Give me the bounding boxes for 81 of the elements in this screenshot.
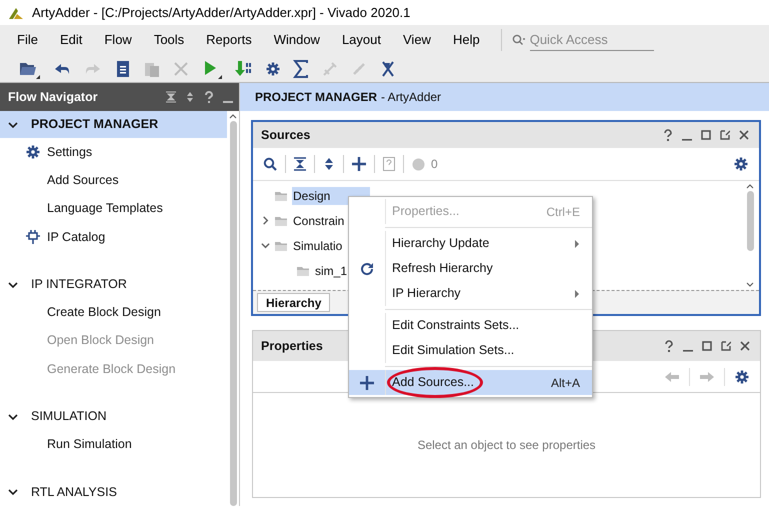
navigator-item[interactable]: Settings [47, 143, 92, 162]
tree-item[interactable]: Constrain [292, 212, 346, 230]
menu-item[interactable]: IP Hierarchy [349, 281, 592, 306]
chip-icon [26, 230, 40, 244]
navigator-item[interactable]: Language Templates [47, 199, 163, 218]
chevron-down-icon [8, 412, 18, 422]
menu-item[interactable]: Edit Simulation Sets... [349, 338, 592, 363]
collapse-all-icon[interactable] [294, 157, 306, 171]
status-dot-icon [412, 158, 425, 170]
section-header[interactable]: SIMULATION [0, 403, 227, 430]
run-icon[interactable] [202, 58, 222, 78]
float-icon[interactable] [720, 129, 730, 141]
scroll-down-icon [746, 282, 754, 288]
header-title: PROJECT MANAGER [255, 89, 378, 106]
help-icon[interactable] [664, 340, 674, 352]
panel-title: Properties [261, 338, 323, 355]
navigator-item[interactable]: Run Simulation [47, 435, 132, 454]
section-header[interactable]: IP INTEGRATOR [0, 271, 227, 298]
submenu-arrow-icon [574, 290, 580, 298]
tree-item[interactable]: Simulatio [292, 236, 344, 254]
section-header[interactable]: PROJECT MANAGER [0, 111, 227, 138]
submenu-arrow-icon [574, 240, 580, 248]
menu-item[interactable]: Window [262, 30, 331, 50]
menu-item[interactable]: Reports [195, 30, 263, 50]
float-icon[interactable] [721, 340, 731, 352]
sigma-icon[interactable] [293, 60, 309, 78]
add-icon[interactable] [352, 157, 366, 171]
collapse-all-icon[interactable] [166, 91, 176, 103]
navigator-item[interactable]: IP Catalog [47, 228, 106, 246]
scroll-up-icon [229, 113, 237, 119]
search-icon[interactable] [263, 157, 277, 171]
app-logo-icon [8, 6, 24, 20]
maximize-icon[interactable] [702, 340, 712, 352]
chevron-down-icon [8, 280, 18, 290]
cross-tool-icon[interactable] [380, 60, 396, 78]
bitstream-icon[interactable] [235, 60, 253, 78]
shortcut-label: Alt+A [550, 374, 580, 392]
search-icon [512, 34, 526, 46]
expand-all-icon[interactable] [185, 91, 195, 103]
help-icon[interactable] [204, 91, 214, 103]
menu-item[interactable]: Tools [142, 30, 196, 50]
menu-item[interactable]: File [6, 30, 49, 50]
plus-icon [360, 376, 374, 390]
panel-title: Sources [261, 126, 312, 144]
header-subtitle: - ArtyAdder [381, 89, 442, 106]
help-icon[interactable] [663, 129, 673, 141]
document-icon[interactable] [115, 60, 131, 78]
expand-all-icon[interactable] [323, 157, 335, 171]
settings-icon[interactable] [735, 370, 749, 384]
chevron-down-icon [8, 487, 18, 498]
refresh-icon [360, 262, 374, 276]
quick-access-field[interactable]: Quick Access [530, 29, 654, 51]
chevron-down-icon[interactable] [261, 241, 270, 250]
chevron-right-icon[interactable] [261, 216, 270, 225]
tree-item[interactable]: sim_1 [314, 262, 348, 280]
menu-item[interactable]: Refresh Hierarchy [349, 256, 592, 281]
close-icon[interactable] [740, 340, 750, 352]
menu-item[interactable]: Layout [330, 30, 392, 50]
menu-item[interactable]: Edit [48, 30, 94, 50]
navigator-item[interactable]: Add Sources [47, 171, 119, 190]
shortcut-label: Ctrl+E [546, 204, 580, 220]
section-header[interactable]: RTL ANALYSIS [0, 478, 227, 506]
settings-icon [26, 145, 40, 160]
panel-tab[interactable]: Hierarchy [257, 293, 330, 312]
menu-item[interactable]: Hierarchy Update [349, 231, 592, 256]
menu-item[interactable]: View [392, 30, 442, 50]
settings-icon[interactable] [734, 157, 748, 171]
settings-icon[interactable] [266, 62, 280, 76]
scroll-up-icon [746, 183, 754, 189]
navigator-item[interactable]: Create Block Design [47, 303, 161, 322]
menu-item[interactable]: Edit Constraints Sets... [349, 313, 592, 338]
menu-item[interactable]: Add Sources... Alt+A [349, 370, 592, 395]
close-icon[interactable] [739, 129, 749, 141]
maximize-icon[interactable] [701, 129, 711, 141]
menu-item[interactable]: Flow [93, 30, 143, 50]
message-count: 0 [431, 156, 438, 173]
window-title: ArtyAdder - [C:/Projects/ArtyAdder/ArtyAdder.xpr] - Vivado 2020.1 [32, 4, 410, 22]
menu-item[interactable]: Help [442, 30, 491, 50]
empty-message: Select an object to see properties [417, 437, 596, 454]
chevron-down-icon [8, 120, 18, 130]
panel-title: Flow Navigator [8, 88, 99, 106]
